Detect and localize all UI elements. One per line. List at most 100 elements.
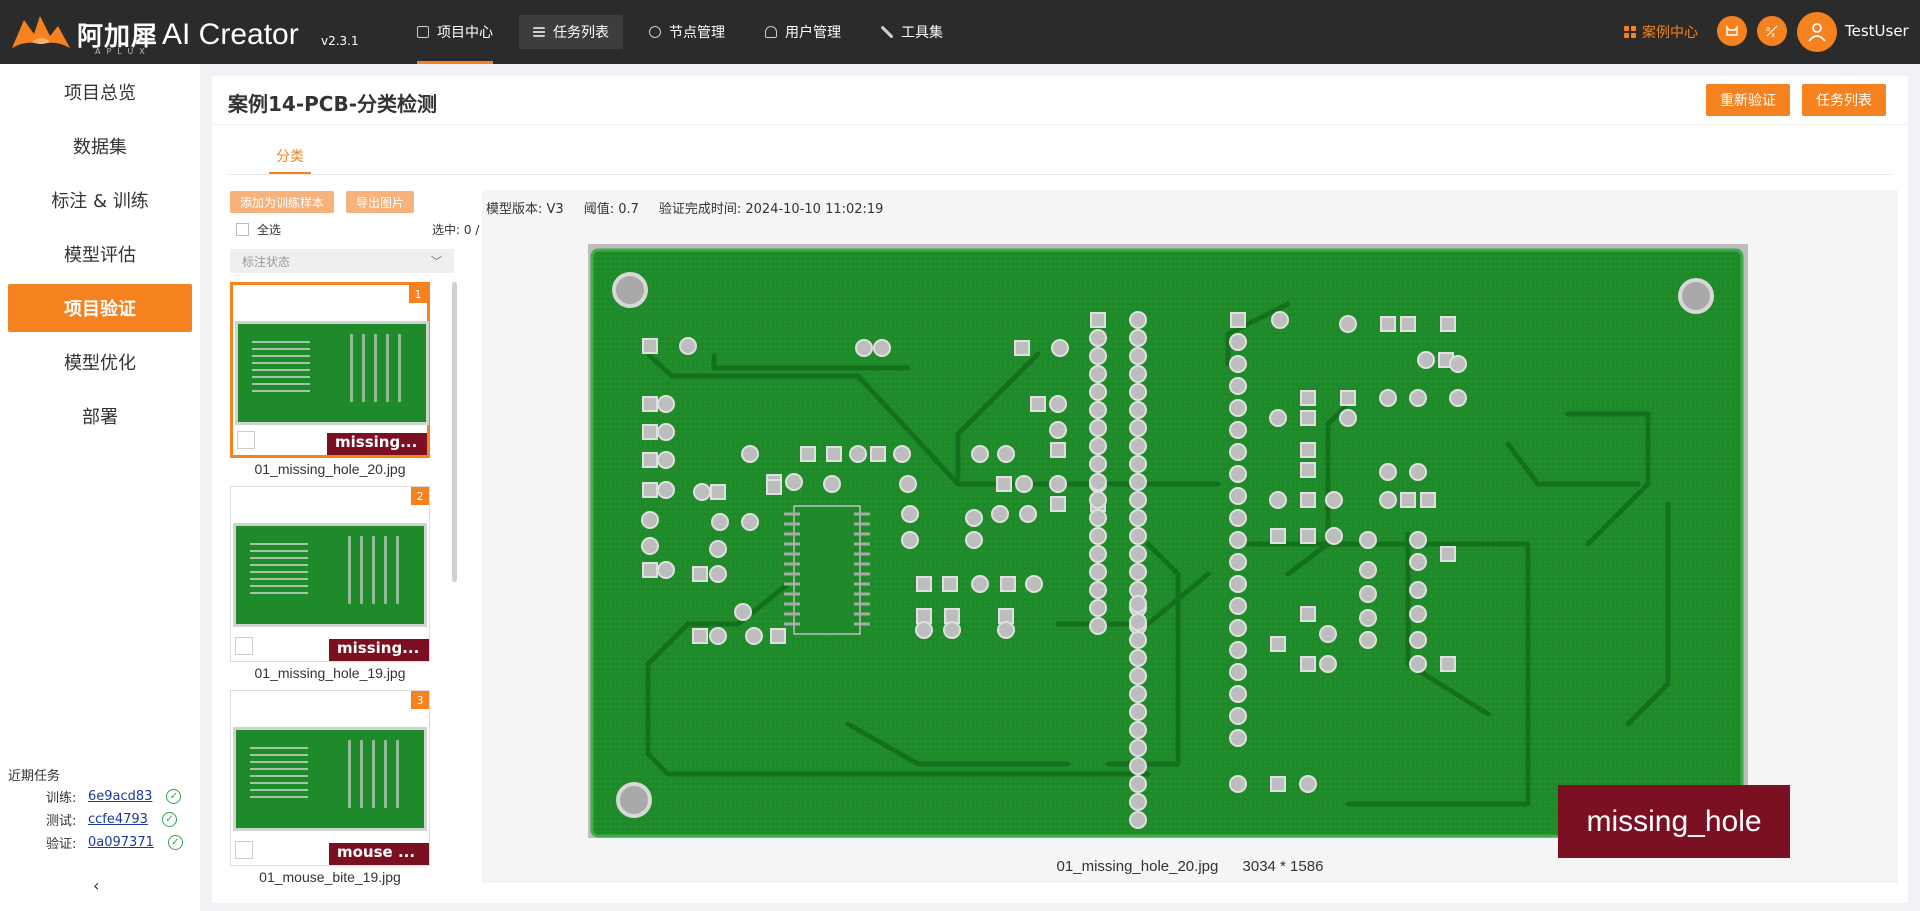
pcb-pad	[800, 446, 816, 462]
pcb-pad	[1129, 311, 1147, 329]
tab-classification[interactable]: 分类	[269, 146, 311, 166]
pcb-pad	[1229, 619, 1247, 637]
thumbnail-item[interactable]: 1 missing... 01_missing_hole_20.jpg	[230, 282, 430, 486]
checkbox[interactable]	[236, 223, 249, 236]
thumbnail-list[interactable]: 1 missing... 01_missing_hole_20.jpg 2 mi…	[230, 282, 430, 903]
nav-toolset[interactable]: 工具集	[867, 15, 957, 49]
nav-label: 项目中心	[437, 25, 493, 41]
pcb-pad	[1229, 355, 1247, 373]
pcb-pad	[657, 395, 675, 413]
pcb-pad	[1229, 553, 1247, 571]
pcb-pad	[766, 479, 782, 495]
pcb-pad	[826, 446, 842, 462]
pcb-pad	[1229, 729, 1247, 747]
nav-user-management[interactable]: 用户管理	[751, 15, 855, 49]
pcb-pad	[1129, 595, 1147, 613]
pcb-pad	[901, 505, 919, 523]
pcb-pad	[1049, 475, 1067, 493]
pcb-pad	[1440, 656, 1456, 672]
pcb-pad	[1089, 365, 1107, 383]
pcb-pad	[1089, 599, 1107, 617]
pcb-pad	[1229, 399, 1247, 417]
pcb-pad	[1339, 409, 1357, 427]
avatar[interactable]	[1797, 12, 1837, 52]
sidebar: 项目总览 数据集 标注 & 训练 模型评估 项目验证 模型优化 部署 近期任务 …	[0, 64, 200, 911]
pcb-pad	[1089, 329, 1107, 347]
image-viewer: 模型版本: V3 阈值: 0.7 验证完成时间: 2024-10-10 11:0…	[482, 190, 1898, 883]
thumbnail-checkbox[interactable]	[235, 841, 253, 859]
thumbnail-card[interactable]: 2 missing...	[230, 486, 430, 662]
pcb-pad	[1359, 531, 1377, 549]
recent-task-link[interactable]: ccfe4793	[88, 812, 148, 827]
recent-task-label: 验证:	[46, 837, 77, 852]
nav-task-list[interactable]: 任务列表	[519, 15, 623, 49]
nav-node-management[interactable]: 节点管理	[635, 15, 739, 49]
nav-label: 工具集	[901, 25, 943, 41]
thumbnail-prediction-label: mouse ...	[329, 843, 429, 865]
pcb-pad	[1129, 631, 1147, 649]
case-center-link[interactable]: 案例中心	[1624, 22, 1698, 42]
select-all-checkbox[interactable]: 全选	[236, 221, 281, 238]
annotation-status-select[interactable]: 标注状态 ﹀	[230, 249, 454, 273]
recent-task-validate: 验证: 0a097371 ✓	[46, 833, 183, 852]
pcb-pad	[1339, 315, 1357, 333]
pcb-pad	[1409, 581, 1427, 599]
cat-icon-button[interactable]	[1717, 16, 1747, 46]
pcb-pad	[1300, 606, 1316, 622]
export-images-button[interactable]: 导出图片	[346, 191, 415, 213]
pcb-pad	[991, 505, 1009, 523]
image-filename: 01_missing_hole_20.jpg	[1056, 858, 1219, 875]
success-check-icon: ✓	[166, 789, 182, 804]
pcb-pad	[1129, 473, 1147, 491]
translate-button[interactable]: ax	[1757, 16, 1787, 46]
collapse-sidebar-button[interactable]: ‹	[93, 876, 99, 895]
sidebar-item-project-overview[interactable]: 项目总览	[8, 68, 192, 116]
main-panel: 案例14-PCB-分类检测 重新验证 任务列表 分类 添加为训练样本 导出图片 …	[212, 76, 1908, 903]
pcb-pad	[873, 339, 891, 357]
sidebar-item-dataset[interactable]: 数据集	[8, 122, 192, 170]
pcb-pad	[1229, 465, 1247, 483]
pcb-pad	[1449, 355, 1467, 373]
pcb-pad	[899, 475, 917, 493]
pcb-pad	[1319, 625, 1337, 643]
thumbnail-image	[233, 523, 427, 627]
thumbnail-scrollbar[interactable]	[452, 282, 457, 582]
add-training-sample-button[interactable]: 添加为训练样本	[230, 191, 335, 213]
thumbnail-item[interactable]: 2 missing... 01_missing_hole_19.jpg	[230, 486, 430, 690]
nav-label: 节点管理	[669, 25, 725, 41]
pcb-pad	[1409, 531, 1427, 549]
pcb-image[interactable]	[588, 244, 1748, 838]
sidebar-item-model-optimize[interactable]: 模型优化	[8, 338, 192, 386]
username[interactable]: TestUser	[1845, 22, 1909, 40]
thumbnail-checkbox[interactable]	[235, 637, 253, 655]
thumbnail-card[interactable]: 1 missing...	[230, 282, 430, 458]
pcb-pad	[1030, 396, 1046, 412]
pcb-pad	[1300, 656, 1316, 672]
sidebar-item-deploy[interactable]: 部署	[8, 392, 192, 440]
pcb-pad	[1300, 390, 1316, 406]
brand-subtitle: APLUX	[95, 47, 151, 56]
thumbnail-item[interactable]: 3 mouse ... 01_mouse_bite_19.jpg	[230, 690, 430, 894]
pcb-pad	[996, 476, 1012, 492]
aplux-logo-icon	[12, 16, 70, 48]
pcb-pad	[1089, 419, 1107, 437]
recent-task-link[interactable]: 0a097371	[88, 835, 154, 850]
nav-project-center[interactable]: 项目中心	[403, 15, 507, 64]
pcb-pad	[1051, 339, 1069, 357]
pcb-pad	[849, 445, 867, 463]
pcb-pad	[1359, 561, 1377, 579]
sidebar-item-model-eval[interactable]: 模型评估	[8, 230, 192, 278]
sidebar-item-project-validation[interactable]: 项目验证	[8, 284, 192, 332]
pcb-pad	[943, 621, 961, 639]
pcb-pad	[1129, 757, 1147, 775]
task-list-button[interactable]: 任务列表	[1802, 84, 1886, 116]
sidebar-item-annotate-train[interactable]: 标注 & 训练	[8, 176, 192, 224]
thumbnail-checkbox[interactable]	[237, 431, 255, 449]
pcb-pad	[1129, 721, 1147, 739]
list-icon	[533, 27, 545, 37]
thumbnail-card[interactable]: 3 mouse ...	[230, 690, 430, 866]
recent-task-link[interactable]: 6e9acd83	[88, 789, 152, 804]
pcb-pad	[1129, 383, 1147, 401]
revalidate-button[interactable]: 重新验证	[1706, 84, 1790, 116]
pcb-pad	[965, 531, 983, 549]
